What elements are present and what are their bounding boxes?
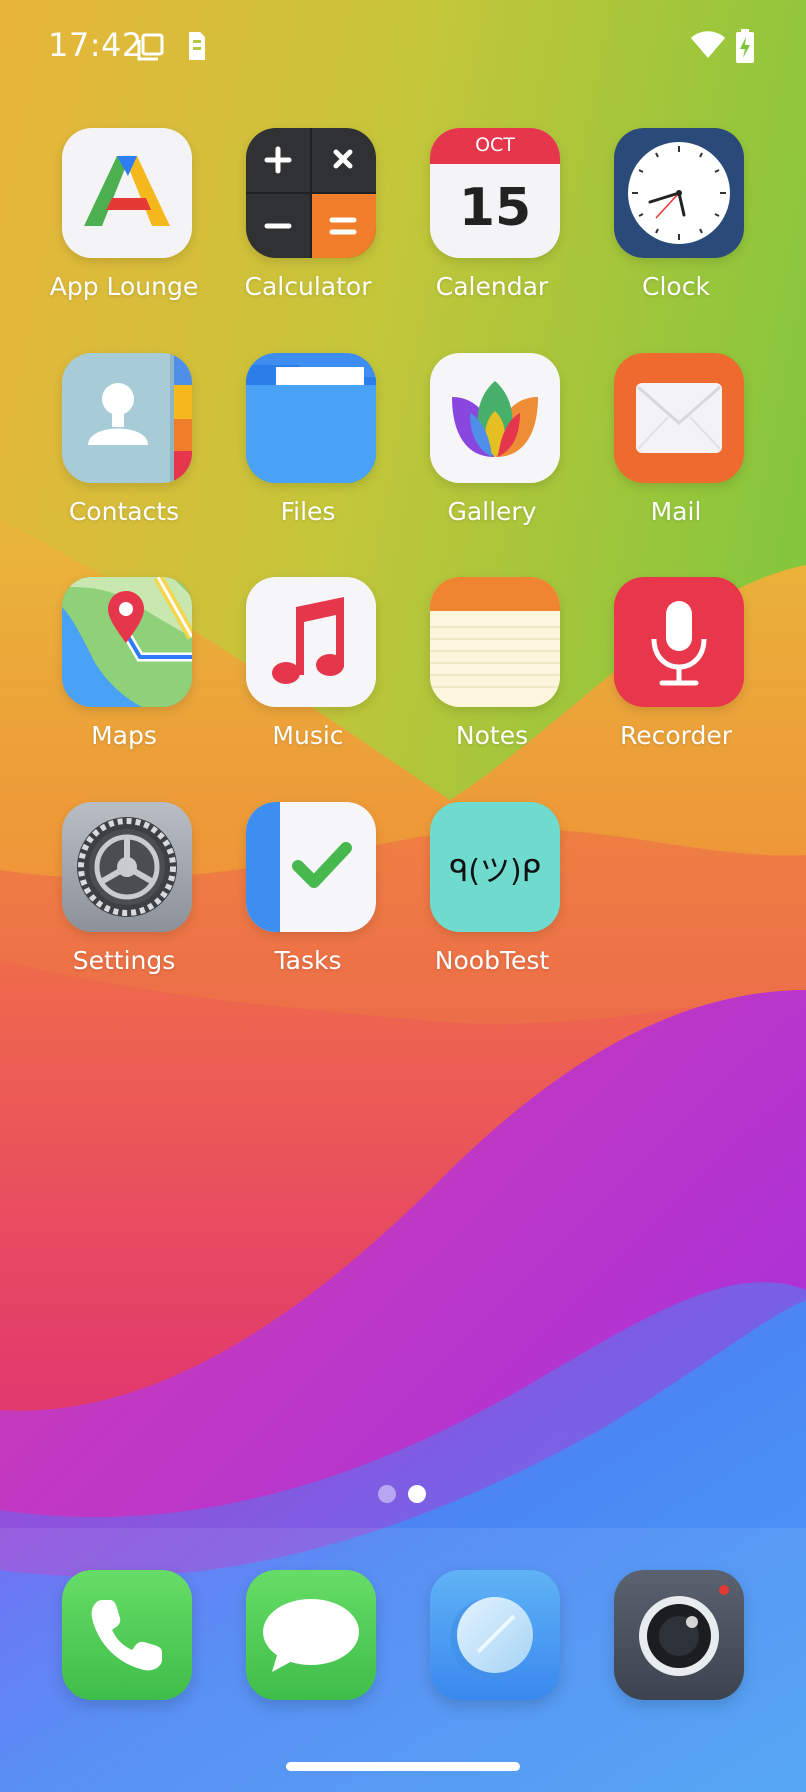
- app-music[interactable]: Music: [216, 577, 400, 777]
- wifi-icon: [691, 31, 725, 58]
- app-label: Notes: [455, 721, 529, 750]
- app-app-lounge[interactable]: App Lounge: [32, 128, 216, 328]
- app-label: NoobTest: [434, 946, 550, 975]
- screenshot-icon: [137, 33, 164, 61]
- camera-icon: [614, 1570, 744, 1700]
- sim-card-icon: [189, 32, 205, 60]
- app-label: Tasks: [274, 946, 342, 975]
- browser-icon: [430, 1570, 560, 1700]
- app-maps[interactable]: Maps: [32, 577, 216, 777]
- app-label: Maps: [91, 721, 157, 750]
- app-label: Clock: [642, 272, 710, 301]
- app-label: Mail: [650, 497, 702, 526]
- messages-icon: [246, 1570, 376, 1700]
- music-icon: [246, 577, 376, 707]
- calendar-day: 15: [458, 178, 532, 238]
- clock-icon: [614, 128, 744, 258]
- app-recorder[interactable]: Recorder: [584, 577, 768, 777]
- status-time: 17:42: [48, 26, 143, 64]
- calculator-icon: [246, 128, 376, 258]
- app-label: Music: [272, 721, 344, 750]
- app-label: App Lounge: [49, 272, 199, 301]
- app-label: Files: [280, 497, 336, 526]
- home-indicator-bar[interactable]: [286, 1762, 520, 1771]
- dock-browser[interactable]: [400, 1570, 584, 1700]
- app-label: Contacts: [68, 497, 180, 526]
- mail-icon: [614, 353, 744, 483]
- app-notes[interactable]: Notes: [400, 577, 584, 777]
- settings-icon: [62, 802, 192, 932]
- app-label: Settings: [72, 946, 176, 975]
- app-tasks[interactable]: Tasks: [216, 802, 400, 1002]
- app-calendar[interactable]: OCT 15 Calendar: [400, 128, 584, 328]
- home-screen: 17:42 App Lounge Calculator OCT 15 Calen…: [0, 0, 806, 1792]
- app-contacts[interactable]: Contacts: [32, 353, 216, 553]
- app-label: Calculator: [244, 272, 372, 301]
- app-files[interactable]: Files: [216, 353, 400, 553]
- noobtest-glyph: ᑫ(ツ)ᑭ: [449, 854, 541, 889]
- calendar-month: OCT: [475, 134, 515, 156]
- app-label: Recorder: [619, 721, 733, 750]
- contacts-icon: [62, 353, 192, 483]
- calendar-icon: OCT 15: [430, 128, 560, 258]
- app-mail[interactable]: Mail: [584, 353, 768, 553]
- app-label: Gallery: [447, 497, 537, 526]
- app-calculator[interactable]: Calculator: [216, 128, 400, 328]
- gallery-icon: [430, 353, 560, 483]
- notes-icon: [430, 577, 560, 707]
- tasks-icon: [246, 802, 376, 932]
- app-noobtest[interactable]: ᑫ(ツ)ᑭ NoobTest: [400, 802, 584, 1002]
- page-dot-2[interactable]: [408, 1485, 426, 1503]
- battery-charging-icon: [736, 29, 754, 63]
- status-bar: 17:42: [0, 0, 806, 92]
- dock-phone[interactable]: [32, 1570, 216, 1700]
- dock: [0, 1528, 806, 1792]
- app-label: Calendar: [435, 272, 549, 301]
- dock-messages[interactable]: [216, 1570, 400, 1700]
- app-clock[interactable]: Clock: [584, 128, 768, 328]
- recorder-icon: [614, 577, 744, 707]
- files-icon: [246, 353, 376, 483]
- dock-camera[interactable]: [584, 1570, 768, 1700]
- page-dot-1[interactable]: [378, 1485, 396, 1503]
- noobtest-icon: ᑫ(ツ)ᑭ: [430, 802, 560, 932]
- phone-icon: [62, 1570, 192, 1700]
- maps-icon: [62, 577, 192, 707]
- page-indicator[interactable]: [378, 1484, 430, 1504]
- app-lounge-icon: [62, 128, 192, 258]
- app-settings[interactable]: Settings: [32, 802, 216, 1002]
- app-gallery[interactable]: Gallery: [400, 353, 584, 553]
